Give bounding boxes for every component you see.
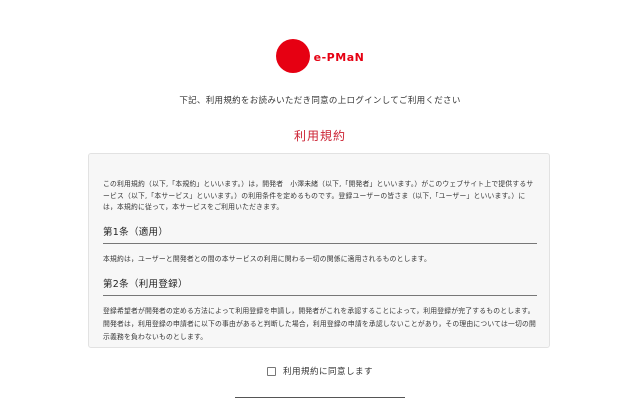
article-body-2: 登録希望者が開発者の定める方法によって利用登録を申請し，開発者がこれを承認するこ… <box>103 306 536 341</box>
brand-logo-mark <box>275 39 310 73</box>
terms-title: 利用規約 <box>293 129 346 143</box>
agree-row[interactable]: 利用規約に同意します <box>0 365 640 377</box>
article-heading-1: 第1条（適用） <box>103 224 537 244</box>
brand-name: e-PMaN <box>313 50 365 64</box>
article-body-1: 本規約は，ユーザーと開発者との間の本サービスの利用に関わる一切の関係に適用される… <box>103 254 431 263</box>
login-instruction: 下記、利用規約をお読みいただき同意の上ログインしてご利用ください <box>179 96 461 106</box>
article-heading-2: 第2条（利用登録） <box>103 276 537 296</box>
agree-checkbox[interactable] <box>266 366 276 376</box>
brand-logo: e-PMaN <box>0 38 640 74</box>
terms-intro: この利用規約（以下,「本規約」といいます。）は，開発者 小澤未緒（以下,「開発者… <box>103 180 534 211</box>
terms-scroll-box[interactable]: この利用規約（以下,「本規約」といいます。）は，開発者 小澤未緒（以下,「開発者… <box>88 153 550 348</box>
login-button[interactable] <box>235 397 405 401</box>
agree-label[interactable]: 利用規約に同意します <box>283 365 373 377</box>
